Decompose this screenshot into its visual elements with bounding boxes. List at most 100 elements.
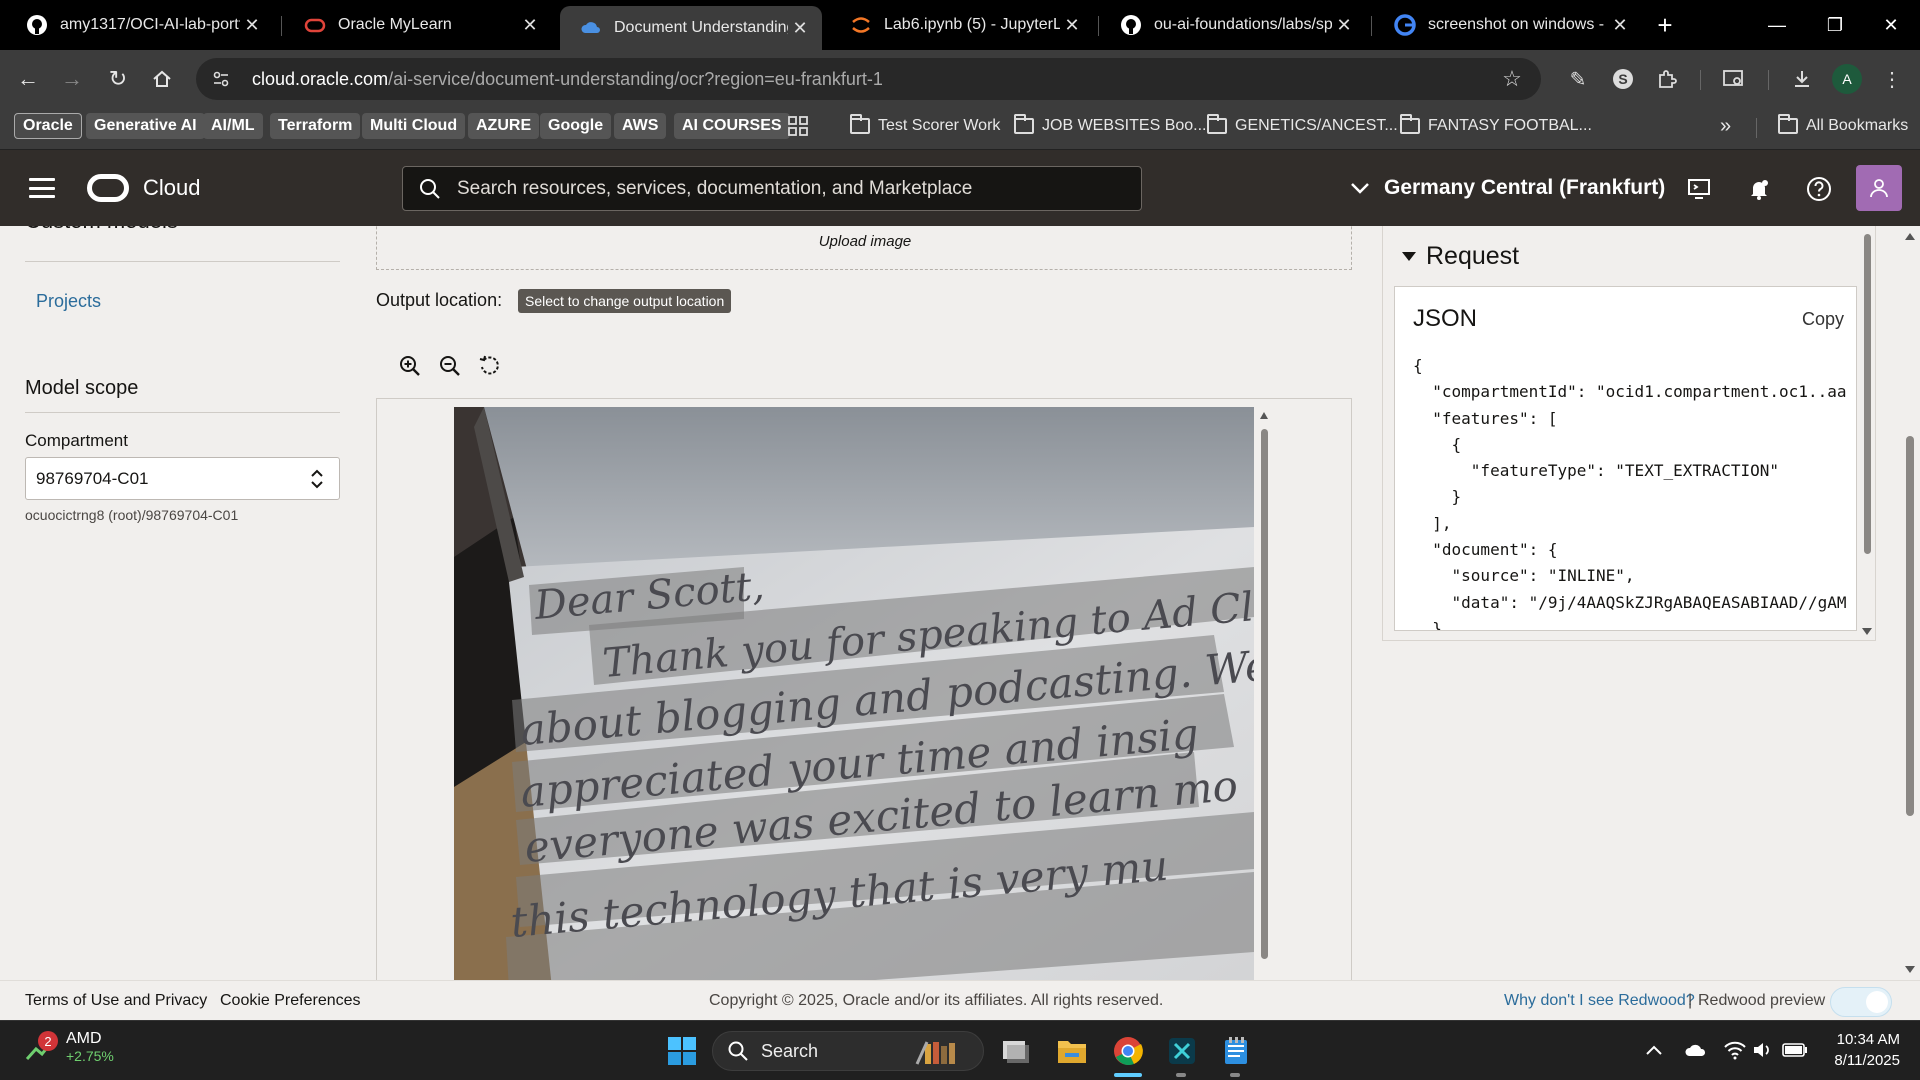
task-view-icon[interactable] [998, 1033, 1034, 1069]
browser-tab-github[interactable]: amy1317/OCI-AI-lab-portfo ✕ [6, 6, 274, 44]
close-icon[interactable]: ✕ [1060, 13, 1084, 37]
redwood-preview-toggle[interactable] [1830, 987, 1892, 1017]
bookmark-azure[interactable]: AZURE [468, 113, 540, 139]
navigation-menu-button[interactable] [26, 176, 58, 200]
browser-tab-mylearn[interactable]: Oracle MyLearn ✕ [284, 6, 552, 44]
download-icon[interactable] [1786, 63, 1818, 95]
compartment-value: 98769704-C01 [36, 468, 149, 488]
back-button[interactable]: ← [12, 63, 44, 95]
notepad-icon[interactable] [1218, 1033, 1254, 1069]
help-icon[interactable] [1804, 174, 1834, 204]
request-toggle[interactable]: Request [1402, 242, 1519, 271]
toolbar-separator [1768, 70, 1769, 90]
window-close-button[interactable]: ✕ [1862, 0, 1920, 50]
browser-menu-icon[interactable]: ⋮ [1876, 63, 1908, 95]
browser-tab-jupyterlab[interactable]: Lab6.ipynb (5) - JupyterLab ✕ [830, 6, 1094, 44]
volume-icon[interactable] [1750, 1037, 1776, 1063]
image-viewer: Dear Scott, Thank you for speaking to Ad… [376, 398, 1352, 980]
zoom-in-icon[interactable] [396, 352, 424, 380]
change-output-location-button[interactable]: Select to change output location [518, 289, 732, 313]
extension-pen-icon[interactable]: ✎ [1562, 63, 1594, 95]
image-scrollbar[interactable] [1257, 407, 1271, 980]
folder-icon [1207, 114, 1227, 134]
user-profile-button[interactable] [1856, 165, 1902, 211]
browser-tab-document-understanding[interactable]: Document Understanding | ✕ [560, 6, 822, 50]
bookmark-star-icon[interactable]: ☆ [1499, 66, 1525, 92]
reload-button[interactable]: ↻ [102, 63, 134, 95]
notification-badge: 2 [38, 1031, 58, 1051]
compartment-select[interactable]: 98769704-C01 [25, 457, 340, 500]
tab-separator [281, 16, 282, 36]
bookmark-oracle[interactable]: Oracle [14, 113, 82, 139]
upload-dropzone[interactable]: Upload image [376, 226, 1352, 270]
taskbar-search-input[interactable]: Search [712, 1031, 984, 1071]
github-icon [1120, 14, 1142, 36]
cloud-shell-icon[interactable] [1684, 174, 1714, 204]
region-selector[interactable]: Germany Central (Frankfurt) [1350, 176, 1665, 200]
redwood-question-link[interactable]: Why don't I see Redwood? [1504, 992, 1695, 1010]
request-panel: Request JSON Copy { "compartmentId": "oc… [1382, 226, 1876, 980]
console-search-input[interactable]: Search resources, services, documentatio… [402, 166, 1142, 211]
bookmarks-bar: Oracle Generative AI AI/ML Terraform Mul… [0, 108, 1920, 150]
bookmark-terraform[interactable]: Terraform [270, 113, 361, 139]
bookmark-ai-ml[interactable]: AI/ML [203, 113, 263, 139]
brand-label[interactable]: Cloud [143, 175, 200, 201]
extensions-puzzle-icon[interactable] [1651, 63, 1683, 95]
copy-button[interactable]: Copy [1802, 309, 1844, 330]
reset-rotate-icon[interactable] [476, 352, 504, 380]
terms-link[interactable]: Terms of Use and Privacy [25, 992, 207, 1010]
windows-start-icon[interactable] [664, 1033, 700, 1069]
browser-tab-google[interactable]: screenshot on windows - G ✕ [1374, 6, 1642, 44]
cast-search-icon[interactable] [1718, 63, 1750, 95]
notifications-bell-icon[interactable] [1744, 174, 1774, 204]
bookmark-generative-ai[interactable]: Generative AI [86, 113, 205, 139]
zoom-out-icon[interactable] [436, 352, 464, 380]
browser-tab-github-labs[interactable]: ou-ai-foundations/labs/spe ✕ [1100, 6, 1366, 44]
all-bookmarks-label: All Bookmarks [1806, 117, 1909, 134]
battery-icon[interactable] [1782, 1037, 1808, 1063]
snipping-app-icon[interactable] [1164, 1033, 1200, 1069]
url-host: cloud.oracle.com [252, 68, 389, 89]
bookmark-folder-genetics[interactable]: GENETICS/ANCEST... [1207, 113, 1398, 139]
site-settings-icon[interactable] [210, 68, 232, 90]
oracle-logo[interactable] [87, 174, 129, 202]
show-hidden-icons-chevron[interactable] [1641, 1037, 1667, 1063]
apps-grid-icon[interactable] [788, 113, 808, 139]
close-icon[interactable]: ✕ [1608, 13, 1632, 37]
bookmark-ai-courses[interactable]: AI COURSES [674, 113, 790, 139]
extension-s-icon[interactable]: S [1607, 63, 1639, 95]
search-icon [728, 1041, 748, 1061]
bookmark-folder-test-scorer[interactable]: Test Scorer Work [850, 113, 1000, 139]
page-scrollbar[interactable] [1900, 226, 1920, 980]
bookmarks-separator [1756, 118, 1757, 138]
cookie-preferences-link[interactable]: Cookie Preferences [220, 992, 361, 1010]
projects-link[interactable]: Projects [36, 291, 101, 312]
address-bar[interactable]: cloud.oracle.com/ai-service/document-und… [196, 58, 1541, 100]
wifi-icon[interactable] [1722, 1037, 1748, 1063]
chrome-icon[interactable] [1110, 1033, 1146, 1069]
onedrive-icon[interactable] [1683, 1037, 1709, 1063]
json-code-block[interactable]: { "compartmentId": "ocid1.compartment.oc… [1413, 353, 1846, 630]
new-tab-button[interactable]: + [1650, 10, 1680, 40]
bookmark-multi-cloud[interactable]: Multi Cloud [362, 113, 466, 139]
bookmark-folder-job-websites[interactable]: JOB WEBSITES Boo... [1014, 113, 1207, 139]
close-icon[interactable]: ✕ [1332, 13, 1356, 37]
bookmark-aws[interactable]: AWS [614, 113, 667, 139]
request-scrollbar[interactable] [1860, 226, 1874, 641]
home-button[interactable] [146, 63, 178, 95]
bookmark-google[interactable]: Google [540, 113, 612, 139]
forward-button[interactable]: → [56, 63, 88, 95]
file-explorer-icon[interactable] [1054, 1033, 1090, 1069]
close-icon[interactable]: ✕ [518, 13, 542, 37]
restore-button[interactable]: ❐ [1806, 0, 1864, 50]
output-location-label: Output location: [376, 290, 503, 310]
bookmark-folder-fantasy-football[interactable]: FANTASY FOOTBAL... [1400, 113, 1592, 139]
close-icon[interactable]: ✕ [788, 16, 812, 40]
stock-widget[interactable]: 2 AMD +2.75% [24, 1029, 114, 1065]
system-clock[interactable]: 10:34 AM 8/11/2025 [1826, 1029, 1900, 1071]
profile-avatar[interactable]: A [1832, 64, 1862, 94]
more-bookmarks-button[interactable]: » [1720, 113, 1731, 139]
close-icon[interactable]: ✕ [240, 13, 264, 37]
minimize-button[interactable]: — [1748, 0, 1806, 50]
all-bookmarks-folder[interactable]: All Bookmarks [1778, 113, 1908, 139]
